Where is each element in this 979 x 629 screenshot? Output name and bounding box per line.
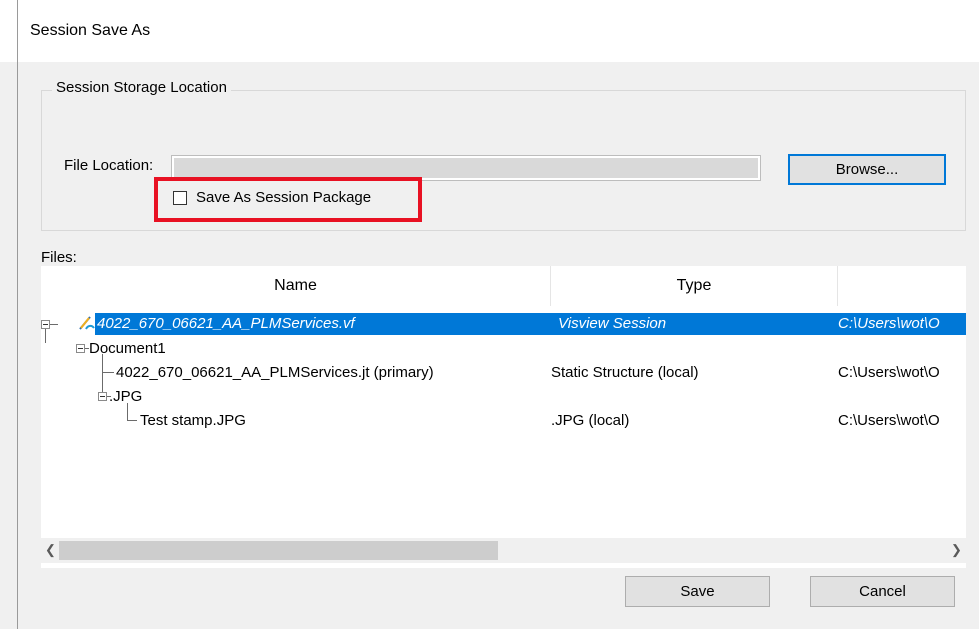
window-left-border	[17, 0, 18, 629]
scroll-left-icon[interactable]: ❮	[45, 542, 56, 558]
files-label: Files:	[41, 249, 77, 266]
tree-connector	[102, 372, 114, 373]
row-name[interactable]: Document1	[89, 340, 166, 357]
row-type[interactable]: Static Structure (local)	[551, 364, 699, 381]
row-name[interactable]: .JPG	[109, 388, 142, 405]
row-name[interactable]: Test stamp.JPG	[140, 412, 246, 429]
window-title: Session Save As	[30, 22, 151, 39]
scroll-right-icon[interactable]: ❯	[951, 542, 962, 558]
cancel-button[interactable]: Cancel	[810, 576, 955, 607]
row-type[interactable]: .JPG (local)	[551, 412, 629, 429]
tree-connector	[127, 420, 137, 421]
row-path[interactable]: C:\Users\wot\O	[838, 315, 940, 332]
files-list[interactable]: Name Type 4022_670_06621_AA_PLMServices.…	[41, 266, 966, 568]
column-header-path[interactable]	[838, 266, 966, 306]
tree-connector	[45, 329, 46, 343]
collapse-toggle-icon[interactable]	[41, 320, 50, 329]
row-name[interactable]: 4022_670_06621_AA_PLMServices.jt (primar…	[116, 364, 434, 381]
row-path[interactable]: C:\Users\wot\O	[838, 364, 940, 381]
collapse-toggle-icon[interactable]	[76, 344, 85, 353]
storage-group-title: Session Storage Location	[52, 79, 231, 96]
save-button[interactable]: Save	[625, 576, 770, 607]
column-header-name[interactable]: Name	[41, 266, 551, 306]
save-as-package-checkbox[interactable]	[173, 191, 187, 205]
row-type[interactable]: Visview Session	[558, 315, 666, 332]
row-path[interactable]: C:\Users\wot\O	[838, 412, 940, 429]
column-header-type[interactable]: Type	[551, 266, 838, 306]
file-location-label: File Location:	[64, 157, 154, 174]
collapse-toggle-icon[interactable]	[98, 392, 107, 401]
file-location-value	[174, 158, 758, 178]
row-name[interactable]: 4022_670_06621_AA_PLMServices.vf	[97, 315, 355, 332]
tree-connector	[50, 324, 58, 325]
title-bar: Session Save As	[0, 0, 979, 62]
browse-button[interactable]: Browse...	[788, 154, 946, 185]
save-as-package-label[interactable]: Save As Session Package	[196, 189, 371, 206]
horizontal-scrollbar[interactable]: ❮ ❯	[41, 538, 966, 563]
scrollbar-thumb[interactable]	[59, 541, 498, 560]
session-file-icon	[79, 316, 95, 330]
tree-connector	[102, 354, 103, 397]
tree-connector	[127, 403, 128, 420]
